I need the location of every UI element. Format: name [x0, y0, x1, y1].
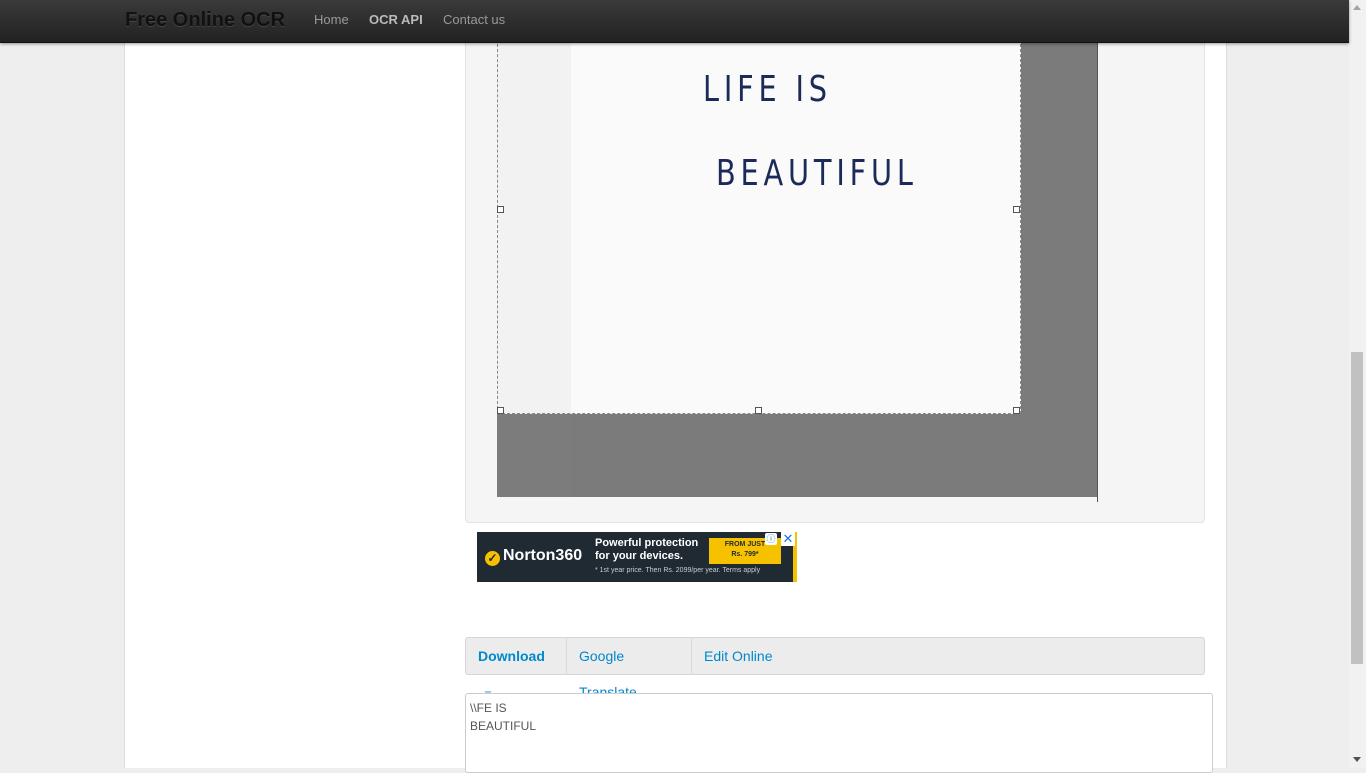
- image-canvas[interactable]: LIFE IS BEAUTIFUL: [497, 41, 1098, 497]
- nav-home-link[interactable]: Home: [314, 12, 349, 27]
- canvas-edge-line: [1097, 41, 1098, 502]
- google-translate-button[interactable]: Google Translate: [567, 638, 692, 700]
- download-button[interactable]: Download: [466, 638, 567, 695]
- result-toolbar: Download Google Translate Edit Online: [465, 637, 1205, 700]
- crop-handle-bottom-left[interactable]: [497, 407, 504, 414]
- ad-price-line-2: Rs. 799*: [731, 551, 759, 558]
- nav-ocr-api-link[interactable]: OCR API: [369, 12, 423, 27]
- crop-handle-left[interactable]: [497, 206, 504, 213]
- main-container: LIFE IS BEAUTIFUL ✓ Norton360 Powerful pr…: [124, 40, 1227, 773]
- ocr-result-textarea[interactable]: \\FE IS BEAUTIFUL: [465, 693, 1213, 773]
- brand-logo[interactable]: Free Online OCR: [125, 9, 285, 32]
- crop-selection-box[interactable]: [497, 41, 1021, 414]
- crop-handle-bottom-right[interactable]: [1013, 407, 1020, 414]
- crop-handle-right[interactable]: [1013, 206, 1020, 213]
- ad-logo: ✓ Norton360: [485, 547, 582, 566]
- close-icon[interactable]: ✕: [781, 532, 795, 546]
- page-scrollbar[interactable]: [1349, 0, 1366, 768]
- info-icon[interactable]: ⓘ: [765, 533, 777, 545]
- ad-footnote: * 1st year price. Then Rs. 2099/per year…: [595, 567, 761, 574]
- image-preview-well: LIFE IS BEAUTIFUL: [465, 40, 1205, 523]
- crop-shade-right: [1021, 41, 1098, 414]
- scroll-down-icon[interactable]: [1353, 757, 1361, 762]
- scroll-up-icon[interactable]: [1353, 5, 1361, 10]
- nav-contact-link[interactable]: Contact us: [443, 12, 505, 27]
- top-navbar: Free Online OCR Home OCR API Contact us: [0, 0, 1349, 43]
- scroll-thumb[interactable]: [1351, 352, 1363, 664]
- norton-ad-banner[interactable]: ✓ Norton360 Powerful protection for your …: [477, 532, 797, 582]
- edit-online-button[interactable]: Edit Online: [692, 638, 784, 674]
- ad-headline: Powerful protection for your devices.: [595, 537, 699, 562]
- check-icon: ✓: [485, 551, 500, 566]
- crop-handle-bottom[interactable]: [755, 407, 762, 414]
- crop-shade-bottom: [497, 414, 1098, 497]
